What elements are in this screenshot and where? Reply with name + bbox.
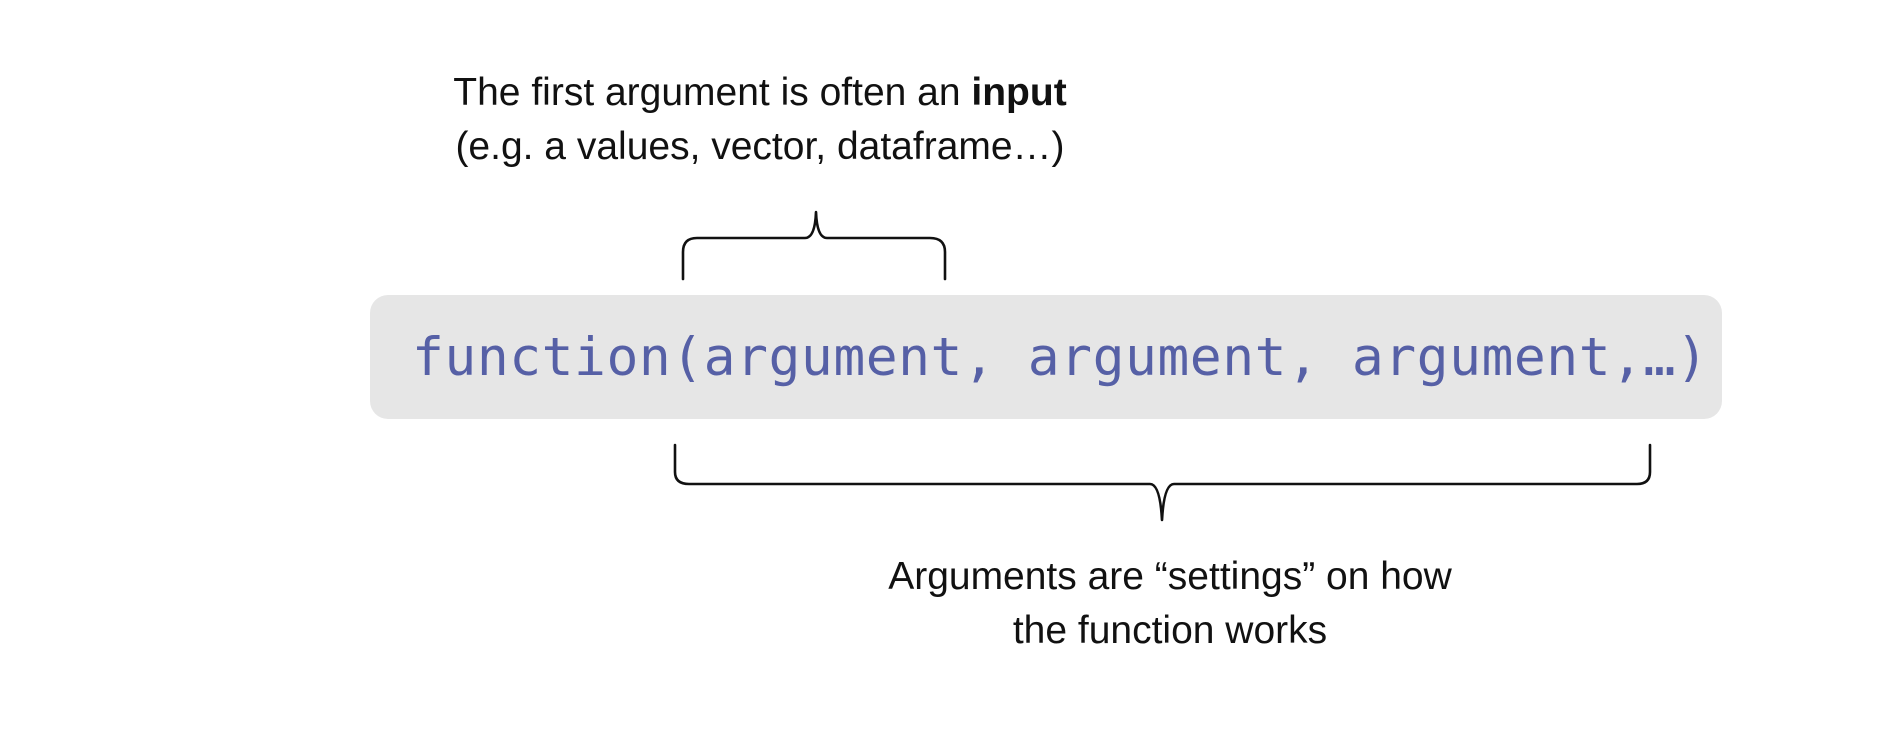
arguments-annotation-line1: Arguments are “settings” on how — [888, 555, 1452, 598]
first-argument-annotation-text: The first argument is often an — [453, 71, 972, 114]
arguments-annotation: Arguments are “settings” on how the func… — [790, 550, 1550, 658]
input-keyword: input — [971, 71, 1067, 114]
function-call-code-box: function(argument, argument, argument,…) — [370, 295, 1722, 419]
first-argument-annotation-line1: The first argument is often an input — [380, 66, 1140, 120]
bottom-curly-brace — [673, 443, 1652, 522]
first-argument-annotation-line2: (e.g. a values, vector, dataframe…) — [455, 125, 1065, 168]
first-argument-annotation: The first argument is often an input (e.… — [380, 66, 1140, 174]
arguments-annotation-line2: the function works — [1012, 609, 1328, 652]
function-call-code: function(argument, argument, argument,…) — [412, 326, 1709, 388]
top-curly-brace — [681, 210, 947, 281]
